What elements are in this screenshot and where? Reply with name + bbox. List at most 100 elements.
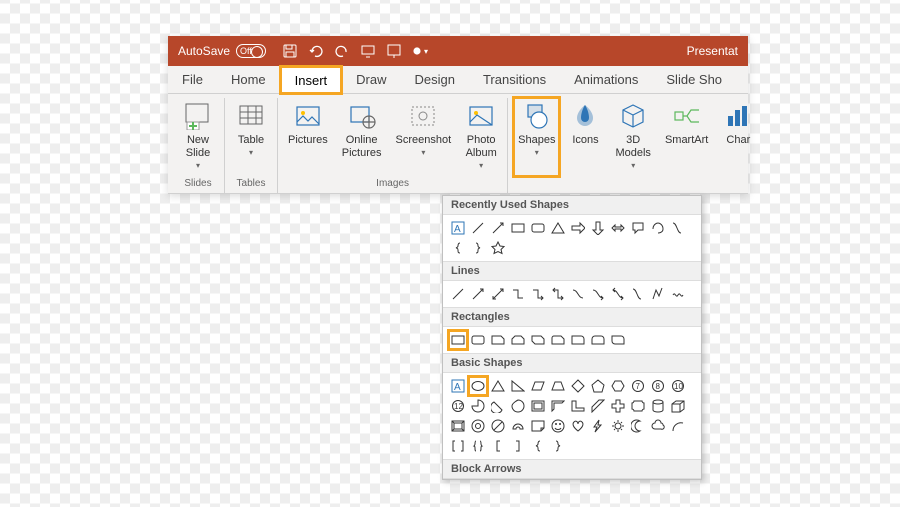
dodecagon-shape[interactable]: 12 <box>449 397 467 415</box>
tab-draw[interactable]: Draw <box>342 66 400 93</box>
line-shape[interactable] <box>449 285 467 303</box>
redo-icon[interactable] <box>334 43 350 59</box>
right-bracket-shape[interactable] <box>509 437 527 455</box>
line-arrow-shape[interactable] <box>469 285 487 303</box>
snip-same-shape[interactable] <box>509 331 527 349</box>
diagonal-stripe-shape[interactable] <box>589 397 607 415</box>
online-pictures-button[interactable]: Online Pictures <box>338 98 386 176</box>
cube-shape[interactable] <box>669 397 687 415</box>
right-triangle-shape[interactable] <box>509 377 527 395</box>
pie-shape[interactable] <box>469 397 487 415</box>
tab-design[interactable]: Design <box>401 66 469 93</box>
photo-album-button[interactable]: Photo Album ▾ <box>461 98 501 176</box>
touchmode-icon[interactable]: ▾ <box>412 43 428 59</box>
folded-corner-shape[interactable] <box>529 417 547 435</box>
decagon-shape[interactable]: 10 <box>669 377 687 395</box>
save-icon[interactable] <box>282 43 298 59</box>
freeform-shape[interactable] <box>649 285 667 303</box>
new-slide-button[interactable]: New Slide ▾ <box>178 98 218 176</box>
freeform-shape[interactable] <box>649 219 667 237</box>
line-arrow-shape[interactable] <box>489 219 507 237</box>
pictures-button[interactable]: Pictures <box>284 98 332 176</box>
half-frame-shape[interactable] <box>549 397 567 415</box>
block-arc-shape[interactable] <box>509 417 527 435</box>
shapes-button[interactable]: Shapes ▾ <box>514 98 559 176</box>
tab-home[interactable]: Home <box>217 66 280 93</box>
round-same-shape[interactable] <box>589 331 607 349</box>
trapezoid-shape[interactable] <box>549 377 567 395</box>
l-shape[interactable] <box>569 397 587 415</box>
snip-round-shape[interactable] <box>549 331 567 349</box>
text-box-shape[interactable]: A <box>449 219 467 237</box>
autosave-toggle[interactable]: AutoSave Off <box>178 44 266 58</box>
chart-button[interactable]: Char <box>718 98 758 176</box>
3d-models-button[interactable]: 3D Models ▾ <box>611 98 654 176</box>
double-brace-shape[interactable] <box>469 437 487 455</box>
elbow-connector-shape[interactable] <box>509 285 527 303</box>
left-brace-shape[interactable] <box>529 437 547 455</box>
octagon-shape[interactable]: 8 <box>649 377 667 395</box>
tab-file[interactable]: File <box>168 66 217 93</box>
icons-button[interactable]: Icons <box>565 98 605 176</box>
teardrop-shape[interactable] <box>509 397 527 415</box>
moon-shape[interactable] <box>629 417 647 435</box>
rounded-rectangle-shape[interactable] <box>469 331 487 349</box>
screenshot-button[interactable]: Screenshot ▾ <box>392 98 456 176</box>
snip-diag-shape[interactable] <box>529 331 547 349</box>
curved-connector-shape[interactable] <box>569 285 587 303</box>
cloud-shape[interactable] <box>649 417 667 435</box>
callout-shape[interactable] <box>629 219 647 237</box>
tab-insert[interactable]: Insert <box>280 66 343 94</box>
star-shape[interactable] <box>489 239 507 257</box>
lightning-shape[interactable] <box>589 417 607 435</box>
hexagon-shape[interactable] <box>609 377 627 395</box>
line-shape[interactable] <box>469 219 487 237</box>
can-shape[interactable] <box>649 397 667 415</box>
plaque-shape[interactable] <box>629 397 647 415</box>
double-arrow-line-shape[interactable] <box>489 285 507 303</box>
rectangle-shape[interactable] <box>509 219 527 237</box>
heart-shape[interactable] <box>569 417 587 435</box>
tab-slideshow[interactable]: Slide Sho <box>652 66 736 93</box>
text-box-shape[interactable]: A <box>449 377 467 395</box>
left-brace-shape[interactable] <box>449 239 467 257</box>
down-arrow-shape[interactable] <box>589 219 607 237</box>
elbow-double-shape[interactable] <box>549 285 567 303</box>
curve-shape[interactable] <box>669 219 687 237</box>
heptagon-shape[interactable]: 7 <box>629 377 647 395</box>
smiley-shape[interactable] <box>549 417 567 435</box>
scribble-shape[interactable] <box>669 285 687 303</box>
rectangle-shape[interactable] <box>449 331 467 349</box>
right-brace-shape[interactable] <box>549 437 567 455</box>
chord-shape[interactable] <box>489 397 507 415</box>
triangle-shape[interactable] <box>549 219 567 237</box>
curve-shape[interactable] <box>629 285 647 303</box>
right-brace-shape[interactable] <box>469 239 487 257</box>
round-single-shape[interactable] <box>569 331 587 349</box>
parallelogram-shape[interactable] <box>529 377 547 395</box>
arc-shape[interactable] <box>669 417 687 435</box>
right-arrow-shape[interactable] <box>569 219 587 237</box>
sun-shape[interactable] <box>609 417 627 435</box>
snip-single-shape[interactable] <box>489 331 507 349</box>
frame-shape[interactable] <box>529 397 547 415</box>
pentagon-shape[interactable] <box>589 377 607 395</box>
donut-shape[interactable] <box>469 417 487 435</box>
undo-icon[interactable] <box>308 43 324 59</box>
round-diag-shape[interactable] <box>609 331 627 349</box>
bevel-shape[interactable] <box>449 417 467 435</box>
startfromstart-icon[interactable] <box>360 43 376 59</box>
smartart-button[interactable]: SmartArt <box>661 98 712 176</box>
no-symbol-shape[interactable] <box>489 417 507 435</box>
slideshow-icon[interactable] <box>386 43 402 59</box>
table-button[interactable]: Table ▾ <box>231 98 271 176</box>
rounded-rectangle-shape[interactable] <box>529 219 547 237</box>
tab-transitions[interactable]: Transitions <box>469 66 560 93</box>
tab-animations[interactable]: Animations <box>560 66 652 93</box>
cross-shape[interactable] <box>609 397 627 415</box>
curved-double-shape[interactable] <box>609 285 627 303</box>
left-bracket-shape[interactable] <box>489 437 507 455</box>
triangle-shape[interactable] <box>489 377 507 395</box>
double-arrow-shape[interactable] <box>609 219 627 237</box>
oval-shape[interactable] <box>469 377 487 395</box>
